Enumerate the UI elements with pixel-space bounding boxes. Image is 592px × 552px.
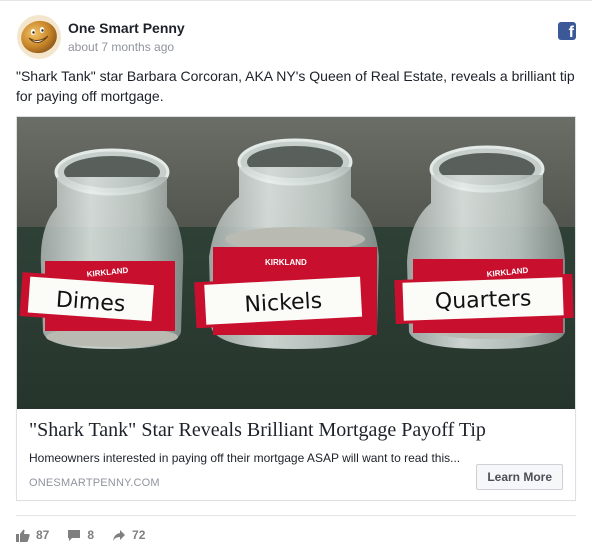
post-text: "Shark Tank" star Barbara Corcoran, AKA … — [16, 68, 575, 104]
facebook-icon: f — [558, 22, 576, 40]
share-arrow-icon — [113, 529, 126, 541]
quarters-label: Quarters — [434, 286, 531, 314]
jar2-brand: KIRKLAND — [265, 258, 307, 267]
like-count[interactable]: 87 — [16, 528, 49, 542]
link-domain: ONESMARTPENNY.COM — [29, 477, 160, 489]
like-count-value: 87 — [36, 528, 50, 542]
top-divider — [0, 0, 592, 1]
comment-count-value: 8 — [87, 528, 95, 542]
dimes-label: Dimes — [55, 288, 126, 318]
thumbs-up-icon — [16, 529, 30, 542]
post-stats: 87 8 72 — [16, 526, 163, 544]
share-count[interactable]: 72 — [112, 528, 145, 542]
link-preview-card[interactable]: KIRKLAND KIRKLAND KIRKLAND Dimes Nickels — [16, 116, 576, 501]
learn-more-button[interactable]: Learn More — [476, 464, 563, 490]
actions-divider — [16, 515, 576, 516]
post-timestamp[interactable]: about 7 months ago — [68, 40, 174, 54]
coin-jars-photo: KIRKLAND KIRKLAND KIRKLAND Dimes Nickels — [17, 117, 575, 409]
smiling-coin-logo-icon — [17, 15, 61, 59]
link-preview-body[interactable]: "Shark Tank" Star Reveals Brilliant Mort… — [17, 409, 575, 500]
comment-icon — [68, 529, 81, 541]
page-avatar[interactable] — [16, 14, 62, 60]
link-title[interactable]: "Shark Tank" Star Reveals Brilliant Mort… — [29, 419, 563, 442]
link-preview-image[interactable]: KIRKLAND KIRKLAND KIRKLAND Dimes Nickels — [17, 117, 575, 409]
nickels-label: Nickels — [244, 289, 323, 318]
comment-count[interactable]: 8 — [67, 528, 94, 542]
post-header: One Smart Penny about 7 months ago f — [16, 14, 576, 62]
page-name[interactable]: One Smart Penny — [68, 20, 185, 36]
link-description: Homeowners interested in paying off thei… — [29, 451, 461, 465]
facebook-post-card: One Smart Penny about 7 months ago f "Sh… — [0, 0, 592, 552]
share-count-value: 72 — [132, 528, 146, 542]
